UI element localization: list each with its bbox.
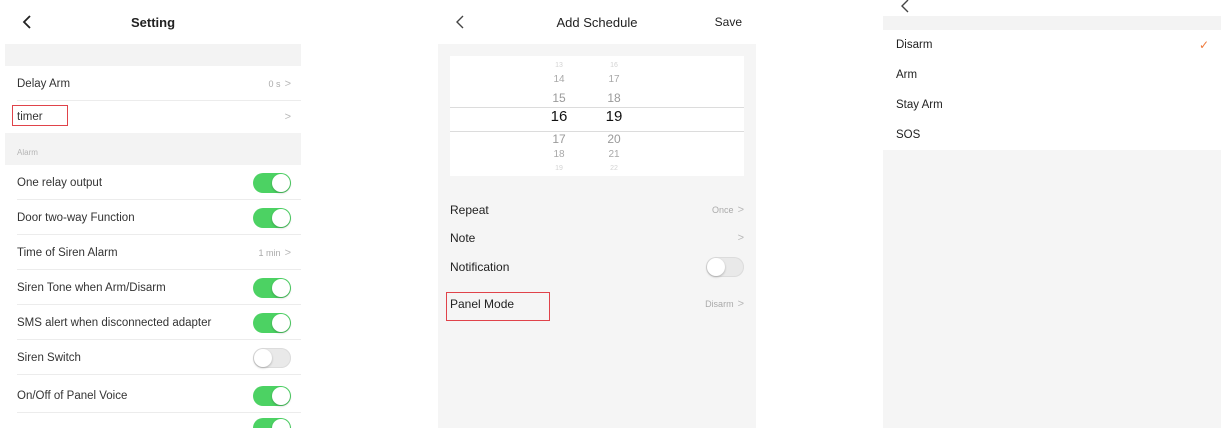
siren-alarm-time-row[interactable]: Time of Siren Alarm 1 min >: [5, 235, 301, 270]
next-row-partial: [5, 413, 301, 428]
minute-item[interactable]: 17: [594, 74, 634, 85]
relay-output-toggle[interactable]: [253, 172, 291, 193]
repeat-row[interactable]: Repeat Once >: [438, 196, 756, 224]
hour-item[interactable]: 13: [539, 62, 579, 69]
toggle-knob: [272, 278, 290, 297]
chevron-left-icon: [901, 0, 909, 13]
row-label: Repeat: [450, 203, 489, 217]
row-value: Once: [712, 205, 734, 215]
hour-item[interactable]: 16: [539, 108, 579, 125]
checkmark-icon: ✓: [1198, 38, 1209, 52]
mode-option-sos[interactable]: SOS: [883, 120, 1221, 150]
toggle-knob: [254, 348, 272, 367]
siren-switch-toggle[interactable]: [253, 347, 291, 368]
toggle-knob: [272, 418, 290, 428]
time-picker[interactable]: 13 14 15 16 17 18 19 16 17 18 19 20 21 22: [450, 56, 744, 176]
row-value: 0 s: [268, 78, 281, 89]
chevron-right-icon: >: [737, 298, 744, 310]
notification-row: Notification: [438, 253, 756, 281]
hour-item[interactable]: 15: [539, 91, 579, 105]
row-label: SMS alert when disconnected adapter: [17, 316, 212, 329]
toggle-knob: [272, 386, 290, 405]
toggle-knob: [272, 173, 290, 192]
option-label: SOS: [896, 129, 921, 141]
note-row[interactable]: Note >: [438, 224, 756, 252]
row-label: Siren Switch: [17, 351, 81, 364]
section-gap: [883, 16, 1221, 30]
hour-item[interactable]: 19: [539, 165, 579, 172]
divider: [17, 374, 301, 375]
section-header-alarm: [5, 133, 301, 165]
door-two-way-toggle[interactable]: [253, 207, 291, 228]
timer-highlight-box: [12, 105, 68, 126]
hour-item[interactable]: 14: [539, 74, 579, 85]
minute-item[interactable]: 18: [594, 91, 634, 105]
notification-toggle[interactable]: [706, 257, 744, 277]
hour-item[interactable]: 18: [539, 149, 579, 160]
minute-item[interactable]: 21: [594, 149, 634, 160]
minute-item[interactable]: 19: [594, 108, 634, 125]
row-value: 1 min: [258, 247, 281, 258]
panel-voice-toggle[interactable]: [253, 385, 291, 406]
row-label: Time of Siren Alarm: [17, 246, 118, 259]
row-value: Disarm: [705, 299, 734, 309]
row-label: Notification: [450, 260, 510, 274]
section-gap: [5, 44, 301, 66]
siren-tone-toggle[interactable]: [253, 277, 291, 298]
row-label: One relay output: [17, 176, 103, 189]
minute-item[interactable]: 20: [594, 132, 634, 146]
row-label: Note: [450, 231, 476, 245]
door-two-way-row: Door two-way Function: [5, 200, 301, 235]
section-label: Alarm: [17, 148, 38, 157]
siren-tone-row: Siren Tone when Arm/Disarm: [5, 270, 301, 305]
toggle-knob: [272, 208, 290, 227]
add-schedule-screen: Add Schedule Save 13 14 15 16 17 18 19 16 17 18 1…: [438, 0, 756, 428]
panel-mode-screen: Disarm ✓ Arm Stay Arm SOS: [883, 0, 1221, 428]
sms-alert-toggle[interactable]: [253, 312, 291, 333]
panel-voice-row: On/Off of Panel Voice: [5, 378, 301, 413]
row-label: On/Off of Panel Voice: [17, 389, 128, 402]
back-button[interactable]: [17, 10, 37, 34]
siren-switch-row: Siren Switch: [5, 340, 301, 375]
option-label: Stay Arm: [896, 99, 943, 111]
mode-header: [883, 0, 1221, 16]
save-button[interactable]: Save: [715, 0, 742, 44]
chevron-right-icon: >: [284, 246, 291, 259]
minute-item[interactable]: 22: [594, 165, 634, 172]
sms-alert-row: SMS alert when disconnected adapter: [5, 305, 301, 340]
toggle-knob: [707, 258, 725, 276]
chevron-right-icon: >: [737, 204, 744, 216]
option-label: Disarm: [896, 39, 933, 51]
panel-mode-highlight-box: [446, 292, 550, 321]
next-row-toggle[interactable]: [253, 417, 291, 428]
delay-arm-row[interactable]: Delay Arm 0 s >: [5, 66, 301, 101]
row-label: Delay Arm: [17, 77, 71, 90]
mode-option-arm[interactable]: Arm: [883, 60, 1221, 90]
page-title: Setting: [130, 14, 176, 30]
back-button[interactable]: [450, 10, 470, 34]
minute-item[interactable]: 16: [594, 62, 634, 69]
relay-output-row: One relay output: [5, 165, 301, 200]
option-label: Arm: [896, 69, 918, 81]
mode-option-stay-arm[interactable]: Stay Arm: [883, 90, 1221, 120]
row-label: Door two-way Function: [17, 211, 135, 224]
row-label: Siren Tone when Arm/Disarm: [17, 281, 166, 294]
hour-item[interactable]: 17: [539, 132, 579, 146]
chevron-left-icon: [456, 15, 464, 29]
setting-header: Setting: [5, 0, 301, 44]
toggle-knob: [272, 313, 290, 332]
setting-screen: Setting Delay Arm 0 s > timer > Alarm On…: [5, 0, 301, 428]
chevron-right-icon: >: [284, 77, 291, 90]
chevron-right-icon: >: [737, 232, 744, 244]
schedule-header: Add Schedule Save: [438, 0, 756, 44]
chevron-left-icon: [22, 15, 31, 29]
mode-option-disarm[interactable]: Disarm ✓: [883, 30, 1221, 60]
page-title: Add Schedule: [556, 14, 638, 30]
chevron-right-icon: >: [284, 111, 291, 123]
